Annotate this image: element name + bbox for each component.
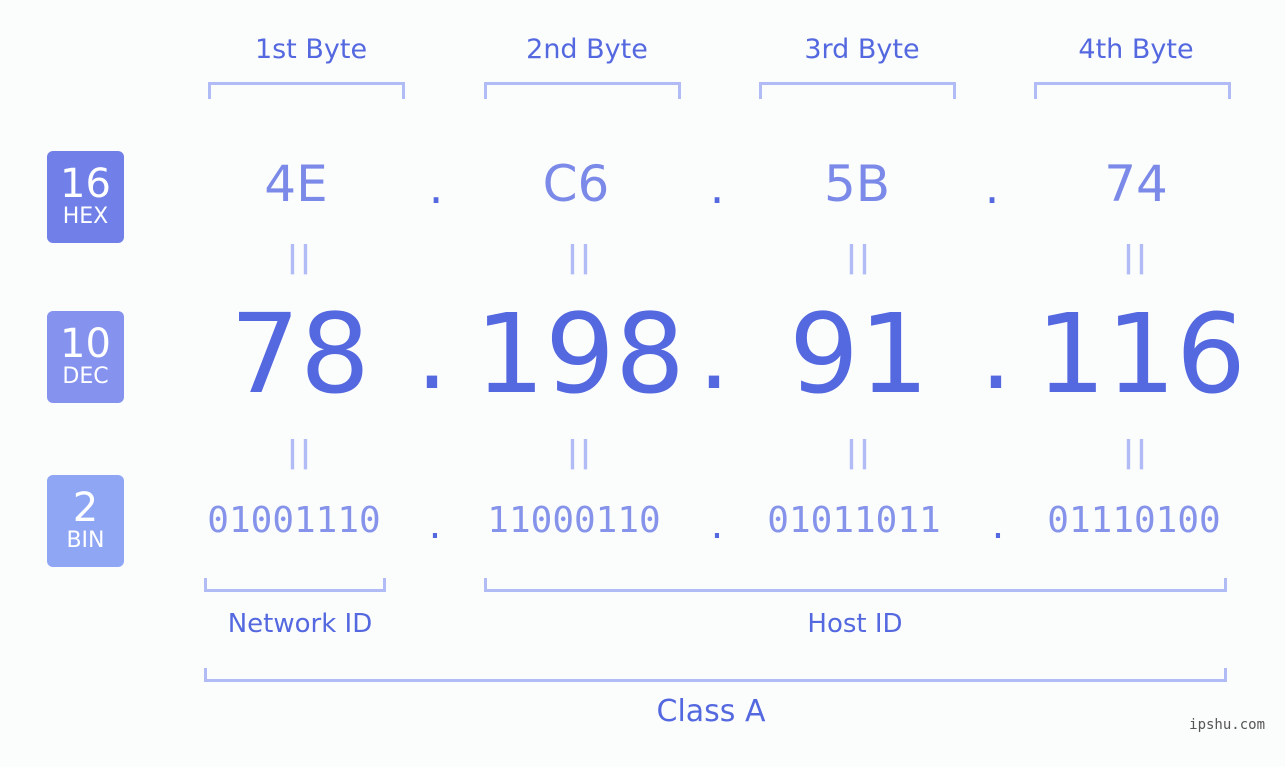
dec-dot-1: . xyxy=(416,295,448,412)
host-id-bracket xyxy=(484,578,1227,592)
equals-dec-bin-4: || xyxy=(1123,435,1149,470)
dec-byte-1: 78 xyxy=(230,290,370,418)
equals-hex-dec-3: || xyxy=(846,240,872,275)
dec-dot-2: . xyxy=(698,295,730,412)
hex-byte-1: 4E xyxy=(264,155,328,213)
byte-4-bracket xyxy=(1034,82,1231,99)
equals-hex-dec-1: || xyxy=(287,240,313,275)
dec-dot-3: . xyxy=(980,295,1012,412)
equals-dec-bin-3: || xyxy=(846,435,872,470)
equals-hex-dec-4: || xyxy=(1123,240,1149,275)
hex-byte-2: C6 xyxy=(542,155,610,213)
hex-byte-4: 74 xyxy=(1104,155,1168,213)
byte-1-bracket xyxy=(208,82,405,99)
header-byte-4: 4th Byte xyxy=(1078,34,1194,65)
header-byte-2: 2nd Byte xyxy=(526,34,648,65)
hex-dot-3: . xyxy=(984,160,1000,214)
bin-dot-3: . xyxy=(991,502,1005,548)
header-byte-3: 3rd Byte xyxy=(804,34,920,65)
bin-badge: 2 BIN xyxy=(47,475,124,567)
hex-dot-1: . xyxy=(428,160,444,214)
bin-byte-3: 01011011 xyxy=(767,500,941,541)
bin-dot-1: . xyxy=(428,502,442,548)
dec-base: 10 xyxy=(60,321,111,367)
byte-2-bracket xyxy=(484,82,681,99)
bin-byte-1: 01001110 xyxy=(207,500,381,541)
network-id-label: Network ID xyxy=(227,609,373,639)
bin-byte-4: 01110100 xyxy=(1047,500,1221,541)
equals-dec-bin-1: || xyxy=(287,435,313,470)
byte-3-bracket xyxy=(759,82,956,99)
bin-dot-2: . xyxy=(710,502,724,548)
hex-badge: 16 HEX xyxy=(47,151,124,243)
host-id-label: Host ID xyxy=(807,609,903,639)
dec-badge: 10 DEC xyxy=(47,311,124,403)
equals-dec-bin-2: || xyxy=(567,435,593,470)
bin-base: 2 xyxy=(72,485,99,531)
dec-byte-3: 91 xyxy=(789,290,929,418)
header-byte-1: 1st Byte xyxy=(254,34,368,65)
class-bracket xyxy=(204,668,1227,682)
watermark: ipshu.com xyxy=(1189,717,1265,733)
bin-byte-2: 11000110 xyxy=(487,500,661,541)
hex-label: HEX xyxy=(62,204,109,229)
hex-byte-3: 5B xyxy=(823,155,891,213)
hex-dot-2: . xyxy=(709,160,725,214)
bin-label: BIN xyxy=(66,528,105,553)
network-id-bracket xyxy=(204,578,386,592)
equals-hex-dec-2: || xyxy=(567,240,593,275)
dec-label: DEC xyxy=(62,364,109,389)
class-label: Class A xyxy=(656,694,766,729)
hex-base: 16 xyxy=(60,161,111,207)
dec-byte-4: 116 xyxy=(1036,290,1246,418)
dec-byte-2: 198 xyxy=(475,290,685,418)
